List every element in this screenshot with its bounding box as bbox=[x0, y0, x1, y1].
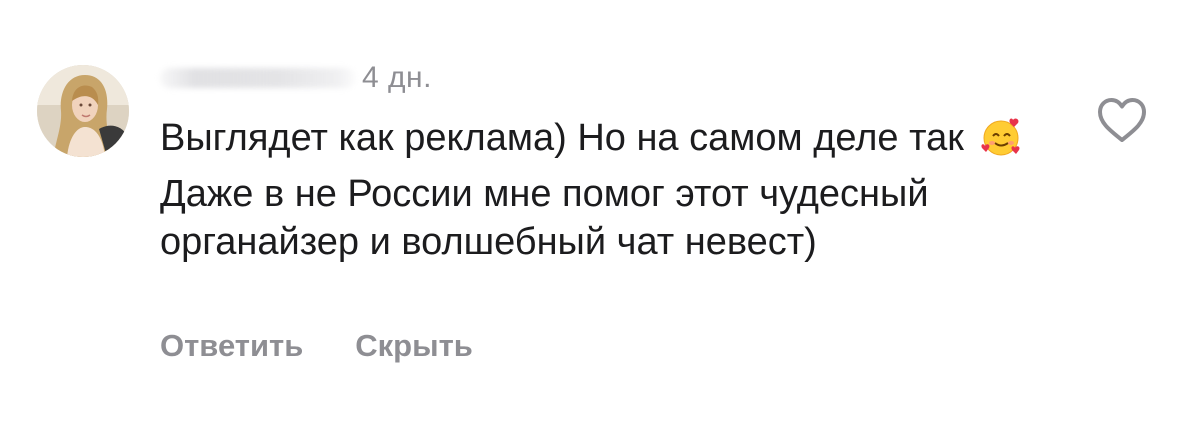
comment-actions: Ответить Скрыть bbox=[160, 328, 473, 364]
avatar-image bbox=[37, 65, 129, 157]
hide-button[interactable]: Скрыть bbox=[355, 328, 473, 364]
smiling-face-with-hearts-icon bbox=[980, 116, 1022, 170]
avatar[interactable] bbox=[37, 65, 129, 157]
comment-text-part-1: Выглядет как реклама) Но на самом деле т… bbox=[160, 117, 964, 159]
reply-button[interactable]: Ответить bbox=[160, 328, 303, 364]
like-button[interactable] bbox=[1096, 96, 1148, 146]
comment-text: Выглядет как реклама) Но на самом деле т… bbox=[160, 114, 1040, 266]
timestamp: 4 дн. bbox=[362, 61, 432, 94]
heart-outline-icon bbox=[1098, 98, 1146, 142]
comment: 4 дн. Выглядет как реклама) Но на самом … bbox=[0, 0, 1179, 440]
comment-text-part-2: Даже в не России мне помог этот чудесный… bbox=[160, 173, 929, 263]
username-redacted[interactable] bbox=[160, 68, 356, 88]
comment-meta: 4 дн. bbox=[160, 58, 432, 98]
